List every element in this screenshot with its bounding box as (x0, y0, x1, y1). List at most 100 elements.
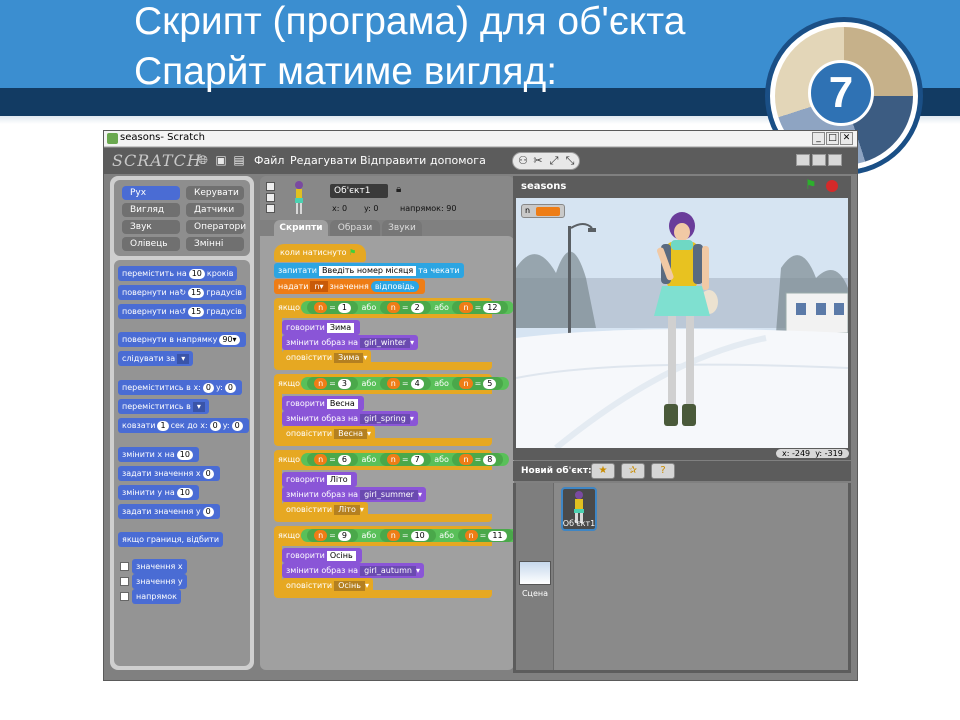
block-if[interactable]: якщо n = 1 або n = 2 або n = 12 говорити Зима змін… (274, 298, 514, 370)
menu-help[interactable]: допомога (430, 154, 486, 167)
block-input[interactable]: Літо (326, 475, 351, 485)
block-switch-costume[interactable]: змінити образ на girl_spring ▾ (282, 411, 418, 426)
block-input[interactable]: Зима (326, 323, 355, 333)
or-operator[interactable]: n = 1 або n = 2 або n = 12 (301, 301, 514, 314)
block-change-y[interactable]: змінити y на 10 (118, 485, 199, 500)
block-input[interactable]: 0 (202, 383, 214, 393)
block-change-x[interactable]: змінити x на 10 (118, 447, 199, 462)
block-input[interactable]: 0 (202, 469, 214, 479)
block-if[interactable]: якщо n = 9 або n = 10 або n = 11 говорити Осінь зм… (274, 526, 514, 598)
block-say[interactable]: говорити Весна (282, 396, 364, 411)
normal-stage-view-button[interactable] (812, 154, 826, 166)
block-input[interactable]: Весна (326, 399, 358, 409)
block-dropdown[interactable]: ▾ (192, 402, 205, 412)
reporter-direction[interactable]: напрямок (132, 589, 182, 604)
equals-operator[interactable]: n = 1 (307, 301, 358, 314)
block-input[interactable]: 0 (231, 421, 243, 431)
share-icon[interactable]: ▤ (232, 153, 246, 167)
block-switch-costume[interactable]: змінити образ на girl_autumn ▾ (282, 563, 424, 578)
block-set-y[interactable]: задати значення y0 (118, 504, 220, 519)
equals-operator[interactable]: n = 10 (379, 529, 436, 542)
block-dropdown[interactable]: Зима (334, 353, 364, 363)
block-dropdown[interactable]: girl_winter (360, 338, 411, 348)
block-dropdown[interactable]: girl_autumn (360, 566, 416, 576)
equals-operator[interactable]: n = 11 (457, 529, 514, 542)
delete-tool-icon[interactable]: ✂ (531, 154, 545, 168)
block-dropdown[interactable]: 90▾ (219, 335, 240, 345)
block-turn-left[interactable]: повернути на↺ 15 градусів (118, 304, 247, 319)
random-sprite-button[interactable]: ? (651, 463, 675, 479)
block-dropdown[interactable]: girl_summer (360, 490, 418, 500)
tab-sounds[interactable]: Звуки (382, 220, 422, 236)
tab-scripts[interactable]: Скрипти (274, 220, 328, 236)
variable-monitor[interactable]: n (521, 204, 565, 218)
block-dropdown[interactable]: Осінь (334, 581, 365, 591)
block-if[interactable]: якщо n = 3 або n = 4 або n = 5 говорити Весна змін… (274, 374, 510, 446)
block-input[interactable]: 0 (209, 421, 221, 431)
checkbox-direction[interactable] (120, 592, 129, 601)
scripts-area[interactable]: коли натиснуто ⚑ запитати Введіть номер м… (260, 236, 514, 670)
block-move-steps[interactable]: перемістить на 10 кроків (118, 266, 238, 281)
block-glide[interactable]: ковзати 1 сек до x: 0 y: 0 (118, 418, 249, 433)
equals-operator[interactable]: n = 5 (452, 377, 504, 390)
equals-operator[interactable]: n = 7 (379, 453, 431, 466)
choose-sprite-button[interactable]: ✰ (621, 463, 645, 479)
number-input[interactable]: 10 (410, 531, 429, 541)
equals-operator[interactable]: n = 3 (307, 377, 358, 390)
category-control[interactable]: Керувати (186, 186, 244, 200)
stage[interactable]: n (516, 198, 848, 448)
number-input[interactable]: 5 (483, 379, 497, 389)
save-icon[interactable]: ▣ (214, 153, 228, 167)
menu-file[interactable]: Файл (254, 154, 284, 167)
block-go-to-xy[interactable]: переміститись в x: 0 y: 0 (118, 380, 242, 395)
checkbox-x-position[interactable] (120, 562, 129, 571)
close-button[interactable]: ✕ (840, 132, 853, 145)
or-operator[interactable]: n = 9 або n = 10 або n = 11 (301, 529, 514, 542)
category-variables[interactable]: Змінні (186, 237, 244, 251)
lock-icon[interactable]: 🔒︎ (396, 184, 401, 195)
block-broadcast[interactable]: оповістити Зима ▾ (282, 350, 372, 365)
block-go-to[interactable]: переміститись в ▾ (118, 399, 209, 414)
block-ask[interactable]: запитати Введіть номер місяця та чекати (274, 263, 464, 278)
category-operators[interactable]: Оператори (186, 220, 246, 234)
block-when-flag-clicked[interactable]: коли натиснуто ⚑ (274, 244, 366, 262)
block-set-variable[interactable]: надати n▾ значення відповідь (274, 279, 425, 294)
menu-edit[interactable]: Редагувати (290, 154, 357, 167)
sprite-name-field[interactable]: Об'єкт1 (330, 184, 388, 198)
block-point-direction[interactable]: повернути в напрямку 90▾ (118, 332, 246, 347)
block-input[interactable]: 15 (188, 307, 205, 317)
tab-costumes[interactable]: Образи (330, 220, 380, 236)
block-dropdown[interactable]: Літо (334, 505, 360, 515)
number-input[interactable]: 6 (337, 455, 351, 465)
block-input[interactable]: 0 (224, 383, 236, 393)
number-input[interactable]: 7 (410, 455, 424, 465)
shrink-tool-icon[interactable]: ⤡ (563, 154, 577, 168)
block-input[interactable]: 1 (157, 421, 169, 431)
flip-button[interactable] (266, 193, 275, 202)
block-broadcast[interactable]: оповістити Весна ▾ (282, 426, 376, 441)
block-point-towards[interactable]: слідувати за ▾ (118, 351, 194, 366)
block-if[interactable]: якщо n = 6 або n = 7 або n = 8 говорити Літо зміни… (274, 450, 510, 522)
duplicate-tool-icon[interactable]: ⚇ (516, 154, 530, 168)
number-input[interactable]: 11 (488, 531, 507, 541)
number-input[interactable]: 4 (410, 379, 424, 389)
globe-icon[interactable]: 🌐︎ (196, 153, 210, 167)
stop-button[interactable] (826, 180, 838, 192)
block-say[interactable]: говорити Осінь (282, 548, 362, 563)
block-input[interactable]: Осінь (326, 551, 356, 561)
block-broadcast[interactable]: оповістити Літо ▾ (282, 502, 368, 517)
block-switch-costume[interactable]: змінити образ на girl_winter ▾ (282, 335, 419, 350)
checkbox-y-position[interactable] (120, 577, 129, 586)
block-dropdown[interactable]: ▾ (177, 354, 190, 364)
block-switch-costume[interactable]: змінити образ на girl_summer ▾ (282, 487, 426, 502)
number-input[interactable]: 2 (410, 303, 424, 313)
number-input[interactable]: 3 (337, 379, 351, 389)
grow-tool-icon[interactable]: ⤢ (547, 154, 561, 168)
reporter-x-position[interactable]: значення x (132, 559, 187, 574)
block-broadcast[interactable]: оповістити Осінь ▾ (282, 578, 373, 593)
category-looks[interactable]: Вигляд (122, 203, 180, 217)
block-turn-right[interactable]: повернути на↻ 15 градусів (118, 285, 247, 300)
block-bounce[interactable]: якщо границя, відбити (118, 532, 224, 547)
presentation-mode-button[interactable] (828, 154, 842, 166)
answer-reporter[interactable]: відповідь (370, 281, 419, 292)
